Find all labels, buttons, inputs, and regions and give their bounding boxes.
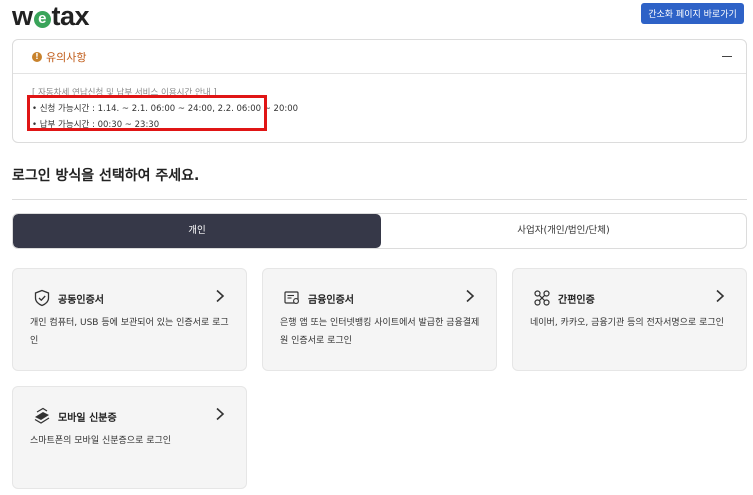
exclamation-icon: ! [32,52,42,62]
login-type-tabs: 개인 사업자(개인/법인/단체) [12,213,747,249]
simple-auth-card[interactable]: 간편인증 네이버, 카카오, 금융기관 등의 전자서명으로 로그인 [512,268,747,371]
simple-page-shortcut-button[interactable]: 간소화 페이지 바로가기 [641,3,744,24]
mobile-id-icon [34,407,50,424]
collapse-button[interactable] [721,51,733,61]
chevron-right-icon [216,407,225,421]
card-description: 스마트폰의 모바일 신분증으로 로그인 [30,436,172,446]
card-title: 금융인증서 [308,295,354,306]
financial-certificate-card[interactable]: 금융인증서 은행 앱 또는 인터넷뱅킹 사이트에서 발급한 금융결제원 인증서로… [262,268,497,371]
card-description: 개인 컴퓨터, USB 등에 보관되어 있는 인증서로 로그인 [30,318,229,346]
tab-business[interactable]: 사업자(개인/법인/단체) [381,214,746,248]
tab-individual[interactable]: 개인 [13,214,381,248]
notice-title: 유의사항 [46,51,87,64]
section-divider [12,199,747,200]
login-method-heading: 로그인 방식을 선택하여 주세요. [12,168,200,184]
logo-text-w: w [12,1,33,31]
card-description: 은행 앱 또는 인터넷뱅킹 사이트에서 발급한 금융결제원 인증서로 로그인 [280,318,480,346]
chevron-right-icon [466,289,475,303]
card-title: 모바일 신분증 [58,413,117,424]
wetax-logo[interactable]: w e tax [12,1,90,32]
highlight-box [27,95,267,131]
joint-certificate-card[interactable]: 공동인증서 개인 컴퓨터, USB 등에 보관되어 있는 인증서로 로그인 [12,268,247,371]
logo-text-rest: tax [51,1,90,31]
card-title: 공동인증서 [58,295,104,306]
chevron-right-icon [216,289,225,303]
link-nodes-icon [534,290,550,306]
card-title: 간편인증 [558,295,595,306]
mobile-id-card[interactable]: 모바일 신분증 스마트폰의 모바일 신분증으로 로그인 [12,386,247,489]
certificate-icon [284,291,299,304]
notice-header: ! 유의사항 [13,40,746,74]
chevron-right-icon [716,289,725,303]
notice-panel: ! 유의사항 [ 자동차세 연납신청 및 납부 서비스 이용시간 안내 ] • … [12,39,747,143]
logo-e-circle: e [33,11,51,28]
shield-icon [34,289,50,307]
card-description: 네이버, 카카오, 금융기관 등의 전자서명으로 로그인 [530,318,724,328]
